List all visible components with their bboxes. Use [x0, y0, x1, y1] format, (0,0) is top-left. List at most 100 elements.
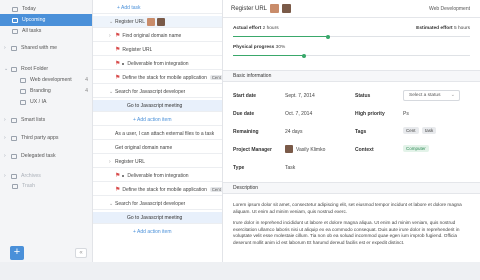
add-button[interactable]: + — [10, 246, 24, 260]
sidebar-item-label: UX / IA — [30, 99, 47, 105]
sidebar-item-label: Delegated task — [21, 153, 56, 159]
flag-icon: ⚑ — [115, 75, 121, 81]
task-label: Define the stack for mobile application — [122, 74, 207, 81]
sidebar-item-label: Trash — [22, 183, 36, 189]
folder-icon — [20, 99, 26, 105]
progress-fill — [233, 55, 305, 56]
task-details: Register URL Web Development Actual effo… — [223, 0, 480, 262]
task-label: Search for Javascript developer — [115, 88, 186, 95]
due-date-value[interactable]: Oct. 7, 2014 — [285, 111, 312, 117]
chevron-right-icon: › — [4, 173, 6, 179]
app-window: Today Upcoming All tasks › Shared with me… — [0, 0, 480, 280]
sidebar-item-label: Shared with me — [21, 45, 58, 51]
task-row[interactable]: ⚑ Register URL — [93, 44, 222, 56]
sidebar-item-all-tasks[interactable]: All tasks — [0, 25, 41, 37]
avatar — [285, 145, 293, 153]
details-header: Register URL Web Development — [223, 0, 480, 18]
chevron-down-icon: ⌄ — [450, 92, 455, 98]
context-chip[interactable]: Computer — [403, 145, 429, 152]
description-paragraph: Irure dolor in reprehend incididunt ut l… — [233, 220, 460, 245]
task-label: Deliverable from integration — [127, 172, 189, 179]
task-title[interactable]: Register URL — [231, 6, 267, 12]
chevron-down-icon: ⌄ — [4, 66, 9, 72]
count-badge: 4 — [85, 77, 88, 83]
bullet-icon — [122, 62, 125, 65]
task-label: Register URL — [115, 158, 146, 165]
chevron-right-icon: › — [4, 153, 6, 159]
sidebar-item-trash[interactable]: Trash — [0, 180, 35, 192]
tag-badge: Cent — [209, 187, 222, 192]
chevron-right-icon: › — [4, 45, 6, 51]
sidebar-item-label: Third party apps — [21, 135, 59, 141]
effort-slider-handle[interactable] — [325, 34, 330, 39]
task-label: Register URL — [115, 18, 146, 25]
project-manager-label: Project Manager — [233, 147, 272, 153]
type-value[interactable]: Task — [285, 165, 295, 171]
task-label: Get original domain name — [115, 144, 173, 151]
task-row[interactable]: Go to Javascript meeting — [93, 212, 222, 224]
estimated-effort: Estimated effort 5 hours — [416, 26, 470, 31]
task-label: + Add task — [117, 4, 141, 11]
sidebar-item-label: Root Folder — [21, 66, 49, 72]
sidebar-item-delegated[interactable]: › Delegated task — [0, 150, 56, 162]
task-row[interactable]: › ⚑ Find original domain name — [93, 30, 222, 42]
task-row[interactable]: Go to Javascript meeting — [93, 100, 222, 112]
task-row[interactable]: ⌄ Search for Javascript developer — [93, 86, 222, 98]
folder-icon — [11, 66, 17, 72]
actual-effort-label: Actual effort — [233, 26, 262, 31]
sidebar-item-label: Today — [22, 6, 36, 12]
chevron-right-icon: › — [4, 135, 6, 141]
task-row[interactable]: ⚑ Deliverable from integration — [93, 58, 222, 70]
add-action-item-button[interactable]: + Add action item — [93, 114, 222, 126]
estimated-effort-value: 5 hours — [454, 26, 470, 31]
high-priority-value[interactable]: Ps — [403, 111, 409, 117]
calendar-icon — [12, 6, 18, 12]
task-label: + Add action item — [133, 229, 172, 235]
description-header: Description — [223, 182, 480, 194]
add-action-item-button[interactable]: + Add action item — [93, 226, 222, 238]
due-date-label: Due date — [233, 111, 255, 117]
add-task-button[interactable]: + Add task — [93, 2, 222, 14]
task-row[interactable]: Get original domain name — [93, 142, 222, 154]
project-manager-value[interactable]: Vasily Klimko — [296, 147, 325, 153]
collapse-sidebar-button[interactable]: « — [75, 248, 87, 258]
task-row[interactable]: ⚑ Define the stack for mobile application… — [93, 72, 222, 84]
task-row[interactable]: ⚑ Deliverable from integration — [93, 170, 222, 182]
delegate-icon — [11, 153, 17, 159]
task-label: Register URL — [122, 46, 153, 53]
task-row[interactable]: ⚑ Define the stack for mobile application… — [93, 184, 222, 196]
sidebar-item-label: All tasks — [22, 28, 42, 34]
flag-icon: ⚑ — [115, 61, 121, 67]
physical-progress-label: Physical progress — [233, 45, 275, 50]
sidebar-item-label: Upcoming — [22, 17, 46, 23]
archive-icon — [11, 173, 17, 179]
remaining-value: 24 days — [285, 129, 303, 135]
progress-slider-handle[interactable] — [302, 53, 307, 58]
task-row[interactable]: › Register URL — [93, 156, 222, 168]
sidebar-item-shared[interactable]: › Shared with me — [0, 42, 57, 54]
task-label: + Add action item — [133, 116, 172, 123]
tag-badge: Cent — [209, 75, 222, 80]
task-row[interactable]: As a user, I can attach external files t… — [93, 128, 222, 140]
start-date-label: Start date — [233, 93, 257, 99]
task-row[interactable]: ⌄ Search for Javascript developer — [93, 198, 222, 210]
task-list: + Add task ⌄ Register URL › ⚑ Find original… — [93, 0, 223, 262]
tag-chip[interactable]: task — [422, 127, 437, 134]
chevron-right-icon: › — [4, 117, 6, 123]
project-name[interactable]: Web Development — [429, 6, 470, 12]
type-label: Type — [233, 165, 245, 171]
sidebar-item-third-party[interactable]: › Third party apps — [0, 132, 58, 144]
bullet-icon — [122, 174, 125, 177]
sidebar-item-ux-ia[interactable]: UX / IA — [0, 96, 46, 108]
start-date-value[interactable]: Sept. 7, 2014 — [285, 93, 315, 99]
status-select[interactable]: Select a status ⌄ — [403, 90, 460, 101]
task-row[interactable]: ⌄ Register URL — [93, 16, 222, 28]
actual-effort: Actual effort 2 hours — [233, 26, 279, 31]
sidebar-item-smart-lists[interactable]: › Smart lists — [0, 114, 45, 126]
tags-label: Tags — [355, 129, 367, 135]
tag-chip[interactable]: Cent — [403, 127, 419, 134]
folder-icon — [20, 88, 26, 94]
avatar — [157, 17, 166, 26]
actual-effort-value: 2 hours — [262, 26, 279, 31]
basic-info-header: Basic information — [223, 70, 480, 82]
